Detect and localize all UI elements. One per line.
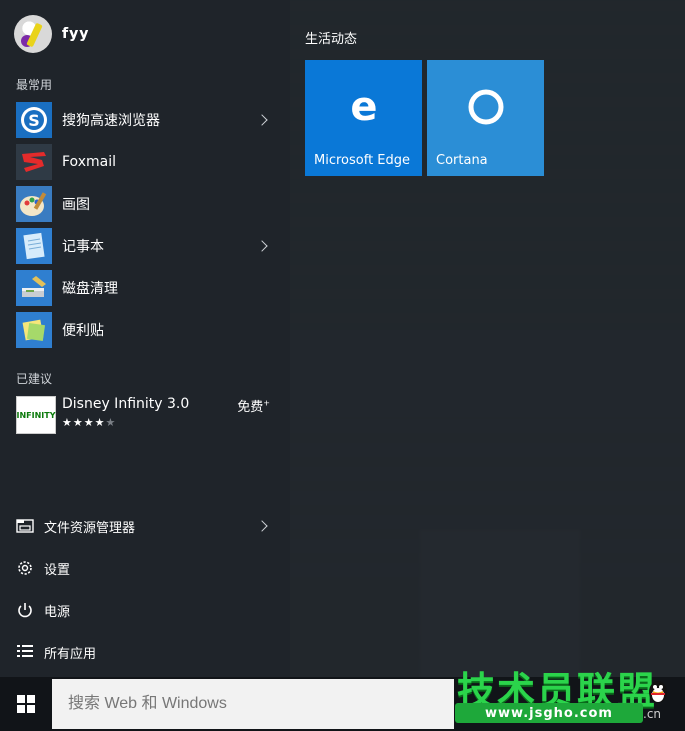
suggested-heading: 已建议 [16,372,53,386]
tile-cortana[interactable]: Cortana [427,60,544,176]
taskbar-search-box[interactable] [52,679,454,729]
bottom-item-label: 所有应用 [44,646,97,662]
suggested-app-name: Disney Infinity 3.0 [62,396,190,412]
user-account[interactable]: fyy [14,14,89,54]
file-explorer-icon [16,517,34,535]
app-label: 便利贴 [62,323,104,339]
bottom-item-label: 文件资源管理器 [44,520,136,536]
paint-icon [16,186,52,222]
watermark-suffix: .cn [643,707,662,721]
settings-item[interactable]: 设置 [16,547,274,589]
most-used-heading: 最常用 [16,78,53,92]
app-item-disk-cleanup[interactable]: 磁盘清理 [16,267,274,309]
live-tiles-heading: 生活动态 [305,32,358,47]
power-item[interactable]: 电源 [16,589,274,631]
tile-microsoft-edge[interactable]: e Microsoft Edge [305,60,422,176]
gear-icon [16,559,34,577]
app-item-notepad[interactable]: 记事本 [16,225,274,267]
most-used-list: S 搜狗高速浏览器 Foxmail 画图 记事本 磁盘清理 便利贴 [16,99,274,351]
cortana-icon [466,87,506,131]
rating-empty: ★ [105,416,117,429]
app-item-sogou-browser[interactable]: S 搜狗高速浏览器 [16,99,274,141]
svg-text:S: S [28,111,40,130]
user-name: fyy [62,26,90,42]
user-avatar[interactable] [14,15,52,53]
file-explorer-item[interactable]: 文件资源管理器 [16,505,274,547]
windows-logo-icon [17,695,35,713]
sticky-notes-icon [16,312,52,348]
qq-penguin-icon [649,681,667,703]
edge-icon: e [344,84,384,131]
price-label: 免费+ [237,396,270,415]
notepad-icon [16,228,52,264]
app-item-paint[interactable]: 画图 [16,183,274,225]
all-apps-item[interactable]: 所有应用 [16,631,274,673]
sogou-browser-icon: S [16,102,52,138]
watermark-logo: 技术员联盟 www.jsgho.com .cn [455,660,683,730]
app-label: 记事本 [62,239,104,255]
chevron-right-icon[interactable] [256,520,268,532]
app-icon-text: INFINITY [16,410,56,420]
foxmail-icon [16,144,52,180]
price-text: 免费 [237,400,264,415]
bottom-item-label: 电源 [44,604,71,620]
app-label: 搜狗高速浏览器 [62,113,160,129]
svg-text:e: e [350,87,377,127]
rating-filled: ★★★★ [62,416,106,429]
tile-label: Cortana [436,153,488,168]
all-apps-icon [16,643,34,661]
start-menu-bottom-list: 文件资源管理器 设置 电源 所有应用 [16,505,274,673]
rating-stars: ★★★★★ [62,416,116,429]
app-label: 磁盘清理 [62,281,118,297]
chevron-right-icon[interactable] [256,240,268,252]
tile-label: Microsoft Edge [314,153,411,168]
price-mark: + [263,398,270,408]
power-icon [16,601,34,619]
suggested-app-item[interactable]: INFINITY Disney Infinity 3.0 ★★★★★ 免费+ [16,396,274,436]
disk-cleanup-icon [16,270,52,306]
bottom-item-label: 设置 [44,562,71,578]
windows-start-button[interactable] [0,677,52,731]
watermark-url: www.jsgho.com [455,703,643,723]
app-item-foxmail[interactable]: Foxmail [16,141,274,183]
app-item-sticky-notes[interactable]: 便利贴 [16,309,274,351]
disney-infinity-icon: INFINITY [16,396,56,434]
app-label: 画图 [62,197,90,213]
app-label: Foxmail [62,154,116,170]
search-input[interactable] [66,694,454,714]
chevron-right-icon[interactable] [256,114,268,126]
